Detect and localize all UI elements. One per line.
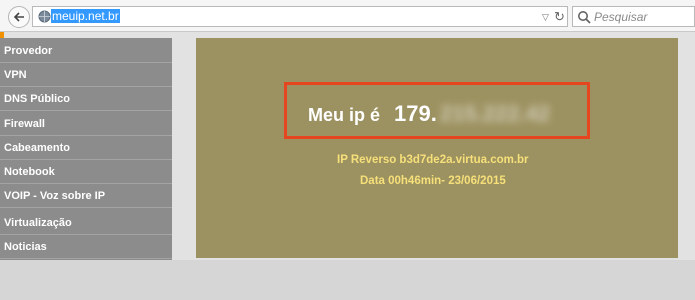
chevron-down-icon[interactable]: ▽ — [542, 12, 552, 22]
page-content: Provedor VPN DNS Público Firewall Cabeam… — [0, 32, 695, 300]
globe-icon — [38, 10, 51, 23]
ip-value-blurred: 215.222.42 — [440, 101, 551, 126]
sidebar-item-firewall[interactable]: Firewall — [0, 113, 172, 136]
sidebar-item-cabeamento[interactable]: Cabeamento — [0, 137, 172, 160]
reload-icon[interactable]: ↻ — [554, 9, 567, 24]
sidebar-item-label: Cabeamento — [4, 142, 71, 154]
reverse-ip-text: IP Reverso b3d7de2a.virtua.com.br — [337, 154, 529, 166]
search-placeholder: Pesquisar — [594, 10, 648, 24]
search-icon — [578, 11, 591, 24]
search-input[interactable]: Pesquisar — [572, 6, 695, 27]
sidebar-item-label: Virtualização — [4, 217, 72, 229]
sidebar-item-virtualizacao[interactable]: Virtualização — [0, 212, 172, 235]
sidebar-item-notebook[interactable]: Notebook — [0, 161, 172, 184]
browser-toolbar: meuip.net.br ▽ ↻ Pesquisar — [0, 0, 695, 32]
ip-info-panel — [196, 38, 678, 258]
sidebar-item-label: Provedor — [4, 45, 53, 57]
sidebar-item-vpn[interactable]: VPN — [0, 64, 172, 87]
sidebar-item-provedor[interactable]: Provedor — [0, 40, 172, 63]
sidebar-item-label: VPN — [4, 69, 27, 81]
page-footer-strip — [0, 260, 695, 300]
sidebar-item-label: Noticias — [4, 241, 47, 253]
ip-label: Meu ip é — [308, 105, 381, 125]
back-button[interactable] — [8, 6, 30, 28]
url-text[interactable]: meuip.net.br — [51, 9, 120, 23]
sidebar-item-label: Notebook — [4, 166, 55, 178]
back-arrow-icon — [13, 12, 24, 22]
ip-value: 179. — [394, 101, 437, 126]
sidebar-item-label: DNS Público — [4, 93, 71, 105]
date-text: Data 00h46min- 23/06/2015 — [360, 175, 506, 187]
sidebar-item-label: Firewall — [4, 118, 45, 130]
sidebar-item-dns-publico[interactable]: DNS Público — [0, 88, 172, 111]
address-bar[interactable]: meuip.net.br ▽ ↻ — [32, 6, 568, 27]
sidebar-menu: Provedor VPN DNS Público Firewall Cabeam… — [0, 38, 172, 264]
sidebar-item-noticias[interactable]: Noticias — [0, 236, 172, 259]
sidebar-item-voip[interactable]: VOIP - Voz sobre IP — [0, 185, 172, 208]
sidebar-item-label: VOIP - Voz sobre IP — [4, 190, 106, 202]
